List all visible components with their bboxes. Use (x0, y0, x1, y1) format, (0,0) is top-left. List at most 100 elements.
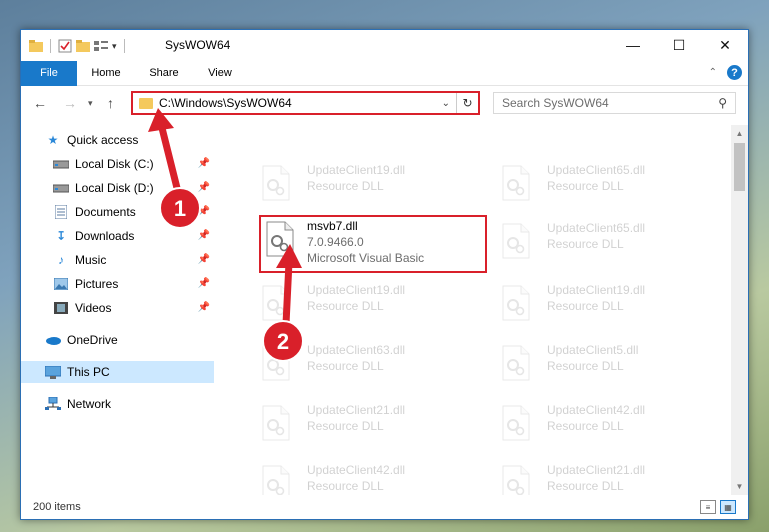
file-company: Microsoft Visual Basic (307, 251, 425, 265)
sidebar-item-downloads[interactable]: ↧ Downloads 📌 (21, 225, 214, 247)
view-options-icon[interactable] (94, 40, 108, 52)
pin-icon[interactable]: 📌 (198, 254, 210, 265)
star-icon: ★ (47, 133, 59, 147)
music-icon: ♪ (58, 253, 64, 267)
file-name: UpdateClient19.dll (547, 283, 646, 297)
dll-file-icon (261, 465, 291, 495)
tab-file[interactable]: File (21, 61, 77, 86)
search-icon[interactable]: ⚲ (718, 96, 727, 110)
sidebar-item-pictures[interactable]: Pictures 📌 (21, 273, 214, 295)
sidebar-item-this-pc[interactable]: This PC (21, 361, 214, 383)
file-item[interactable]: UpdateClient21.dll Resource DLL (479, 459, 705, 495)
sidebar-item-label: Local Disk (D:) (75, 181, 154, 195)
sidebar-item-local-disk-c[interactable]: Local Disk (C:) 📌 (21, 153, 214, 175)
new-folder-icon[interactable] (76, 40, 90, 52)
back-arrow-icon[interactable]: ← (33, 95, 47, 111)
up-arrow-icon[interactable]: ↑ (107, 95, 114, 111)
sidebar-item-label: Quick access (67, 133, 139, 147)
search-input[interactable]: Search SysWOW64 ⚲ (493, 92, 736, 114)
vertical-scrollbar[interactable]: ▲ ▼ (731, 125, 748, 495)
sidebar-item-label: Pictures (75, 277, 119, 291)
file-type: Resource DLL (307, 299, 384, 313)
close-button[interactable]: ✕ (702, 30, 748, 60)
tab-view[interactable]: View (195, 61, 245, 86)
address-path[interactable]: C:\Windows\SysWOW64 (159, 96, 442, 110)
sidebar-item-local-disk-d[interactable]: Local Disk (D:) 📌 (21, 177, 214, 199)
file-item[interactable]: UpdateClient42.dll Resource DLL (239, 459, 465, 495)
computer-icon (45, 365, 61, 379)
customize-toolbar-chevron-icon[interactable]: ▾ (112, 41, 117, 52)
file-type: Resource DLL (547, 419, 624, 433)
sidebar-item-label: Documents (75, 205, 136, 219)
pin-icon[interactable]: 📌 (198, 278, 210, 289)
dll-file-icon (501, 223, 531, 259)
sidebar-item-label: OneDrive (67, 333, 118, 347)
sidebar-item-onedrive[interactable]: OneDrive (21, 329, 214, 351)
sidebar-item-videos[interactable]: Videos 📌 (21, 297, 214, 319)
minimize-button[interactable]: — (610, 30, 656, 60)
pin-icon[interactable]: 📌 (198, 206, 210, 217)
address-bar[interactable]: C:\Windows\SysWOW64 ⌄ ↻ (131, 91, 480, 115)
folder-icon (29, 40, 43, 52)
file-type: Resource DLL (547, 299, 624, 313)
sidebar-item-label: Local Disk (C:) (75, 157, 154, 171)
file-name: UpdateClient65.dll (547, 221, 646, 235)
scroll-up-icon[interactable]: ▲ (731, 125, 748, 142)
pin-icon[interactable]: 📌 (198, 230, 210, 241)
sidebar-item-label: Network (67, 397, 112, 411)
file-item[interactable]: UpdateClient19.dll Resource DLL (239, 159, 465, 207)
sidebar-item-quick-access[interactable]: ★ Quick access (21, 129, 214, 151)
scroll-down-icon[interactable]: ▼ (731, 478, 748, 495)
download-icon: ↧ (55, 229, 67, 243)
file-name: UpdateClient63.dll (307, 343, 406, 357)
file-item-msvb7-dll[interactable]: msvb7.dll 7.0.9466.0 Microsoft Visual Basi… (259, 215, 487, 273)
recent-locations-chevron-icon[interactable]: ▾ (88, 98, 93, 109)
cloud-icon (45, 333, 61, 347)
dll-file-icon (261, 405, 291, 441)
dll-file-icon (501, 405, 531, 441)
file-type: Resource DLL (307, 359, 384, 373)
details-view-icon[interactable]: ≡ (700, 500, 716, 514)
file-item[interactable]: UpdateClient63.dll Resource DLL (239, 339, 465, 387)
file-item[interactable]: UpdateClient21.dll Resource DLL (239, 399, 465, 447)
ribbon-controls: ⌃ ? (709, 65, 742, 80)
file-type: Resource DLL (547, 479, 624, 493)
navigation-pane: ★ Quick access Local Disk (C:) 📌 Local D… (21, 125, 214, 495)
expand-ribbon-chevron-icon[interactable]: ⌃ (709, 67, 717, 78)
dll-file-icon (261, 345, 291, 381)
file-item[interactable]: UpdateClient5.dll Resource DLL (479, 339, 705, 387)
help-icon[interactable]: ? (727, 65, 742, 80)
file-version: 7.0.9466.0 (307, 235, 364, 249)
file-item[interactable]: UpdateClient19.dll Resource DLL (479, 279, 705, 327)
file-item[interactable]: UpdateClient65.dll Resource DLL (479, 217, 705, 265)
file-name: UpdateClient21.dll (307, 403, 406, 417)
forward-arrow-icon[interactable]: → (63, 95, 77, 111)
refresh-icon[interactable]: ↻ (456, 93, 478, 113)
sidebar-item-documents[interactable]: Documents 📌 (21, 201, 214, 223)
window-title: SysWOW64 (165, 38, 231, 52)
file-item[interactable]: UpdateClient65.dll Resource DLL (479, 159, 705, 207)
tiles-view-icon[interactable]: ▦ (720, 500, 736, 514)
file-name: UpdateClient5.dll (547, 343, 639, 357)
dll-file-icon (501, 345, 531, 381)
sidebar-item-label: Downloads (75, 229, 135, 243)
quick-access-toolbar: ▾ (29, 36, 128, 56)
maximize-button[interactable]: ☐ (656, 30, 702, 60)
title-bar: ▾ SysWOW64 — ☐ ✕ (21, 30, 748, 61)
file-item[interactable]: UpdateClient42.dll Resource DLL (479, 399, 705, 447)
pin-icon[interactable]: 📌 (198, 182, 210, 193)
tab-home[interactable]: Home (81, 61, 131, 86)
file-item[interactable]: UpdateClient19.dll Resource DLL (239, 279, 465, 327)
sidebar-item-music[interactable]: ♪ Music 📌 (21, 249, 214, 271)
sidebar-item-network[interactable]: Network (21, 393, 214, 415)
address-history-chevron-icon[interactable]: ⌄ (442, 98, 450, 109)
file-type: Resource DLL (307, 479, 384, 493)
file-type: Resource DLL (547, 359, 624, 373)
tab-share[interactable]: Share (139, 61, 189, 86)
drive-icon (53, 181, 69, 195)
properties-icon[interactable] (58, 39, 72, 53)
pictures-icon (53, 277, 69, 291)
pin-icon[interactable]: 📌 (198, 302, 210, 313)
pin-icon[interactable]: 📌 (198, 158, 210, 169)
scrollbar-thumb[interactable] (734, 143, 745, 191)
